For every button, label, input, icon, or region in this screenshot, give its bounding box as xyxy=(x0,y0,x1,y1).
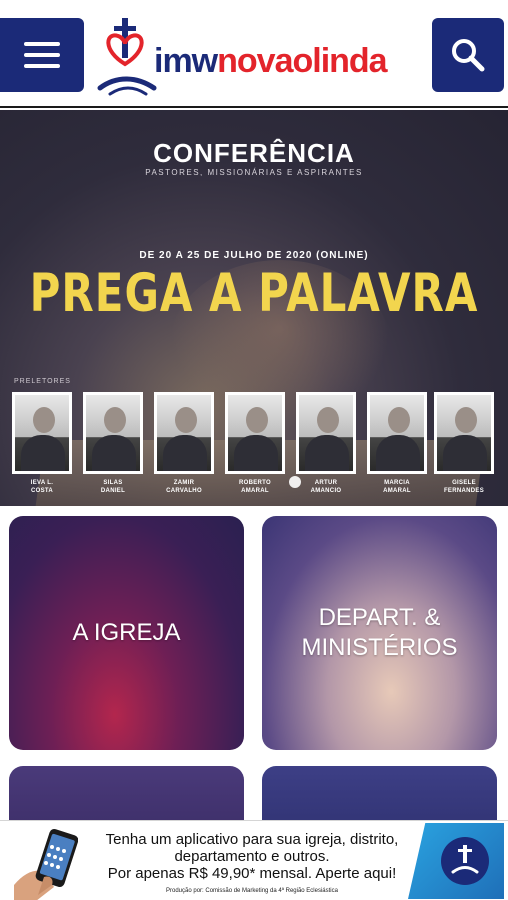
search-button[interactable] xyxy=(432,18,504,92)
phone-in-hand-icon xyxy=(14,828,78,900)
brand-wordmark: imwnovaolinda xyxy=(154,42,388,81)
speakers-label: PRELETORES xyxy=(14,378,71,385)
app-screen: imwnovaolinda CONFERÊNCIA PASTORES, MISS… xyxy=(0,0,508,900)
speakers-row: IEVA L. COSTA SILAS DANIEL ZAMIR CARVALH… xyxy=(12,392,496,502)
tile-a-igreja[interactable]: A IGREJA xyxy=(9,516,244,750)
ad-text-line: Por apenas R$ 49,90* mensal. Aperte aqui… xyxy=(107,865,397,882)
speaker-name: ARTUR AMANCIO xyxy=(310,480,342,494)
promo-ad-banner[interactable]: Tenha um aplicativo para sua igreja, dis… xyxy=(0,820,508,900)
speaker-photo xyxy=(367,392,427,474)
brand-wordmark-novaolinda: novaolinda xyxy=(217,42,387,80)
ad-text-line: Tenha um aplicativo para sua igreja, dis… xyxy=(105,831,399,848)
ad-text-line: departamento e outros. xyxy=(174,848,330,865)
speaker-photo xyxy=(296,392,356,474)
speaker-name: IEVA L. COSTA xyxy=(30,480,54,494)
speaker-photo xyxy=(83,392,143,474)
speaker-card: GISELE FERNANDES xyxy=(434,392,494,495)
speaker-card: ZAMIR CARVALHO xyxy=(154,392,214,495)
conference-banner[interactable]: CONFERÊNCIA PASTORES, MISSIONÁRIAS E ASP… xyxy=(0,110,508,506)
cross-logo-icon xyxy=(441,837,489,885)
speaker-name: ROBERTO AMARAL xyxy=(239,480,271,494)
speaker-card: SILAS DANIEL xyxy=(83,392,143,495)
tile-departamentos-ministerios[interactable]: DEPART. & MINISTÉRIOS xyxy=(262,516,497,750)
search-icon xyxy=(452,39,485,72)
ad-credit: Produção por: Comissão de Marketing da 4… xyxy=(166,888,338,894)
speaker-card: ROBERTO AMARAL xyxy=(225,392,285,495)
speaker-photo xyxy=(225,392,285,474)
banner-headline: PREGA A PALAVRA xyxy=(29,262,479,324)
hamburger-menu-icon xyxy=(24,42,60,46)
speaker-name: SILAS DANIEL xyxy=(100,480,126,494)
menu-button[interactable] xyxy=(0,18,84,92)
carousel-indicator-dot[interactable] xyxy=(289,476,301,488)
speaker-card: IEVA L. COSTA xyxy=(12,392,72,495)
tile-label: A IGREJA xyxy=(72,619,181,646)
app-header: imwnovaolinda xyxy=(0,0,508,108)
speaker-name: MARCIA AMARAL xyxy=(383,480,411,494)
cross-heart-logo-icon xyxy=(97,18,157,96)
banner-subtitle: PASTORES, MISSIONÁRIAS E ASPIRANTES xyxy=(145,168,363,177)
speaker-photo xyxy=(154,392,214,474)
hamburger-menu-icon xyxy=(24,53,60,57)
brand-wordmark-imw: imw xyxy=(154,42,218,80)
speaker-card: MARCIA AMARAL xyxy=(367,392,427,495)
banner-dates: DE 20 A 25 DE JULHO DE 2020 (ONLINE) xyxy=(139,250,369,261)
speaker-name: GISELE FERNANDES xyxy=(443,480,485,494)
speaker-photo xyxy=(434,392,494,474)
speaker-card: ARTUR AMANCIO xyxy=(296,392,356,495)
brand-logo[interactable]: imwnovaolinda xyxy=(92,14,422,98)
speaker-photo xyxy=(12,392,72,474)
ad-brand-logo xyxy=(408,823,504,899)
tile-label: DEPART. & MINISTÉRIOS xyxy=(301,604,458,661)
hamburger-menu-icon xyxy=(24,64,60,68)
banner-title: CONFERÊNCIA xyxy=(153,138,355,168)
speaker-name: ZAMIR CARVALHO xyxy=(166,480,202,494)
